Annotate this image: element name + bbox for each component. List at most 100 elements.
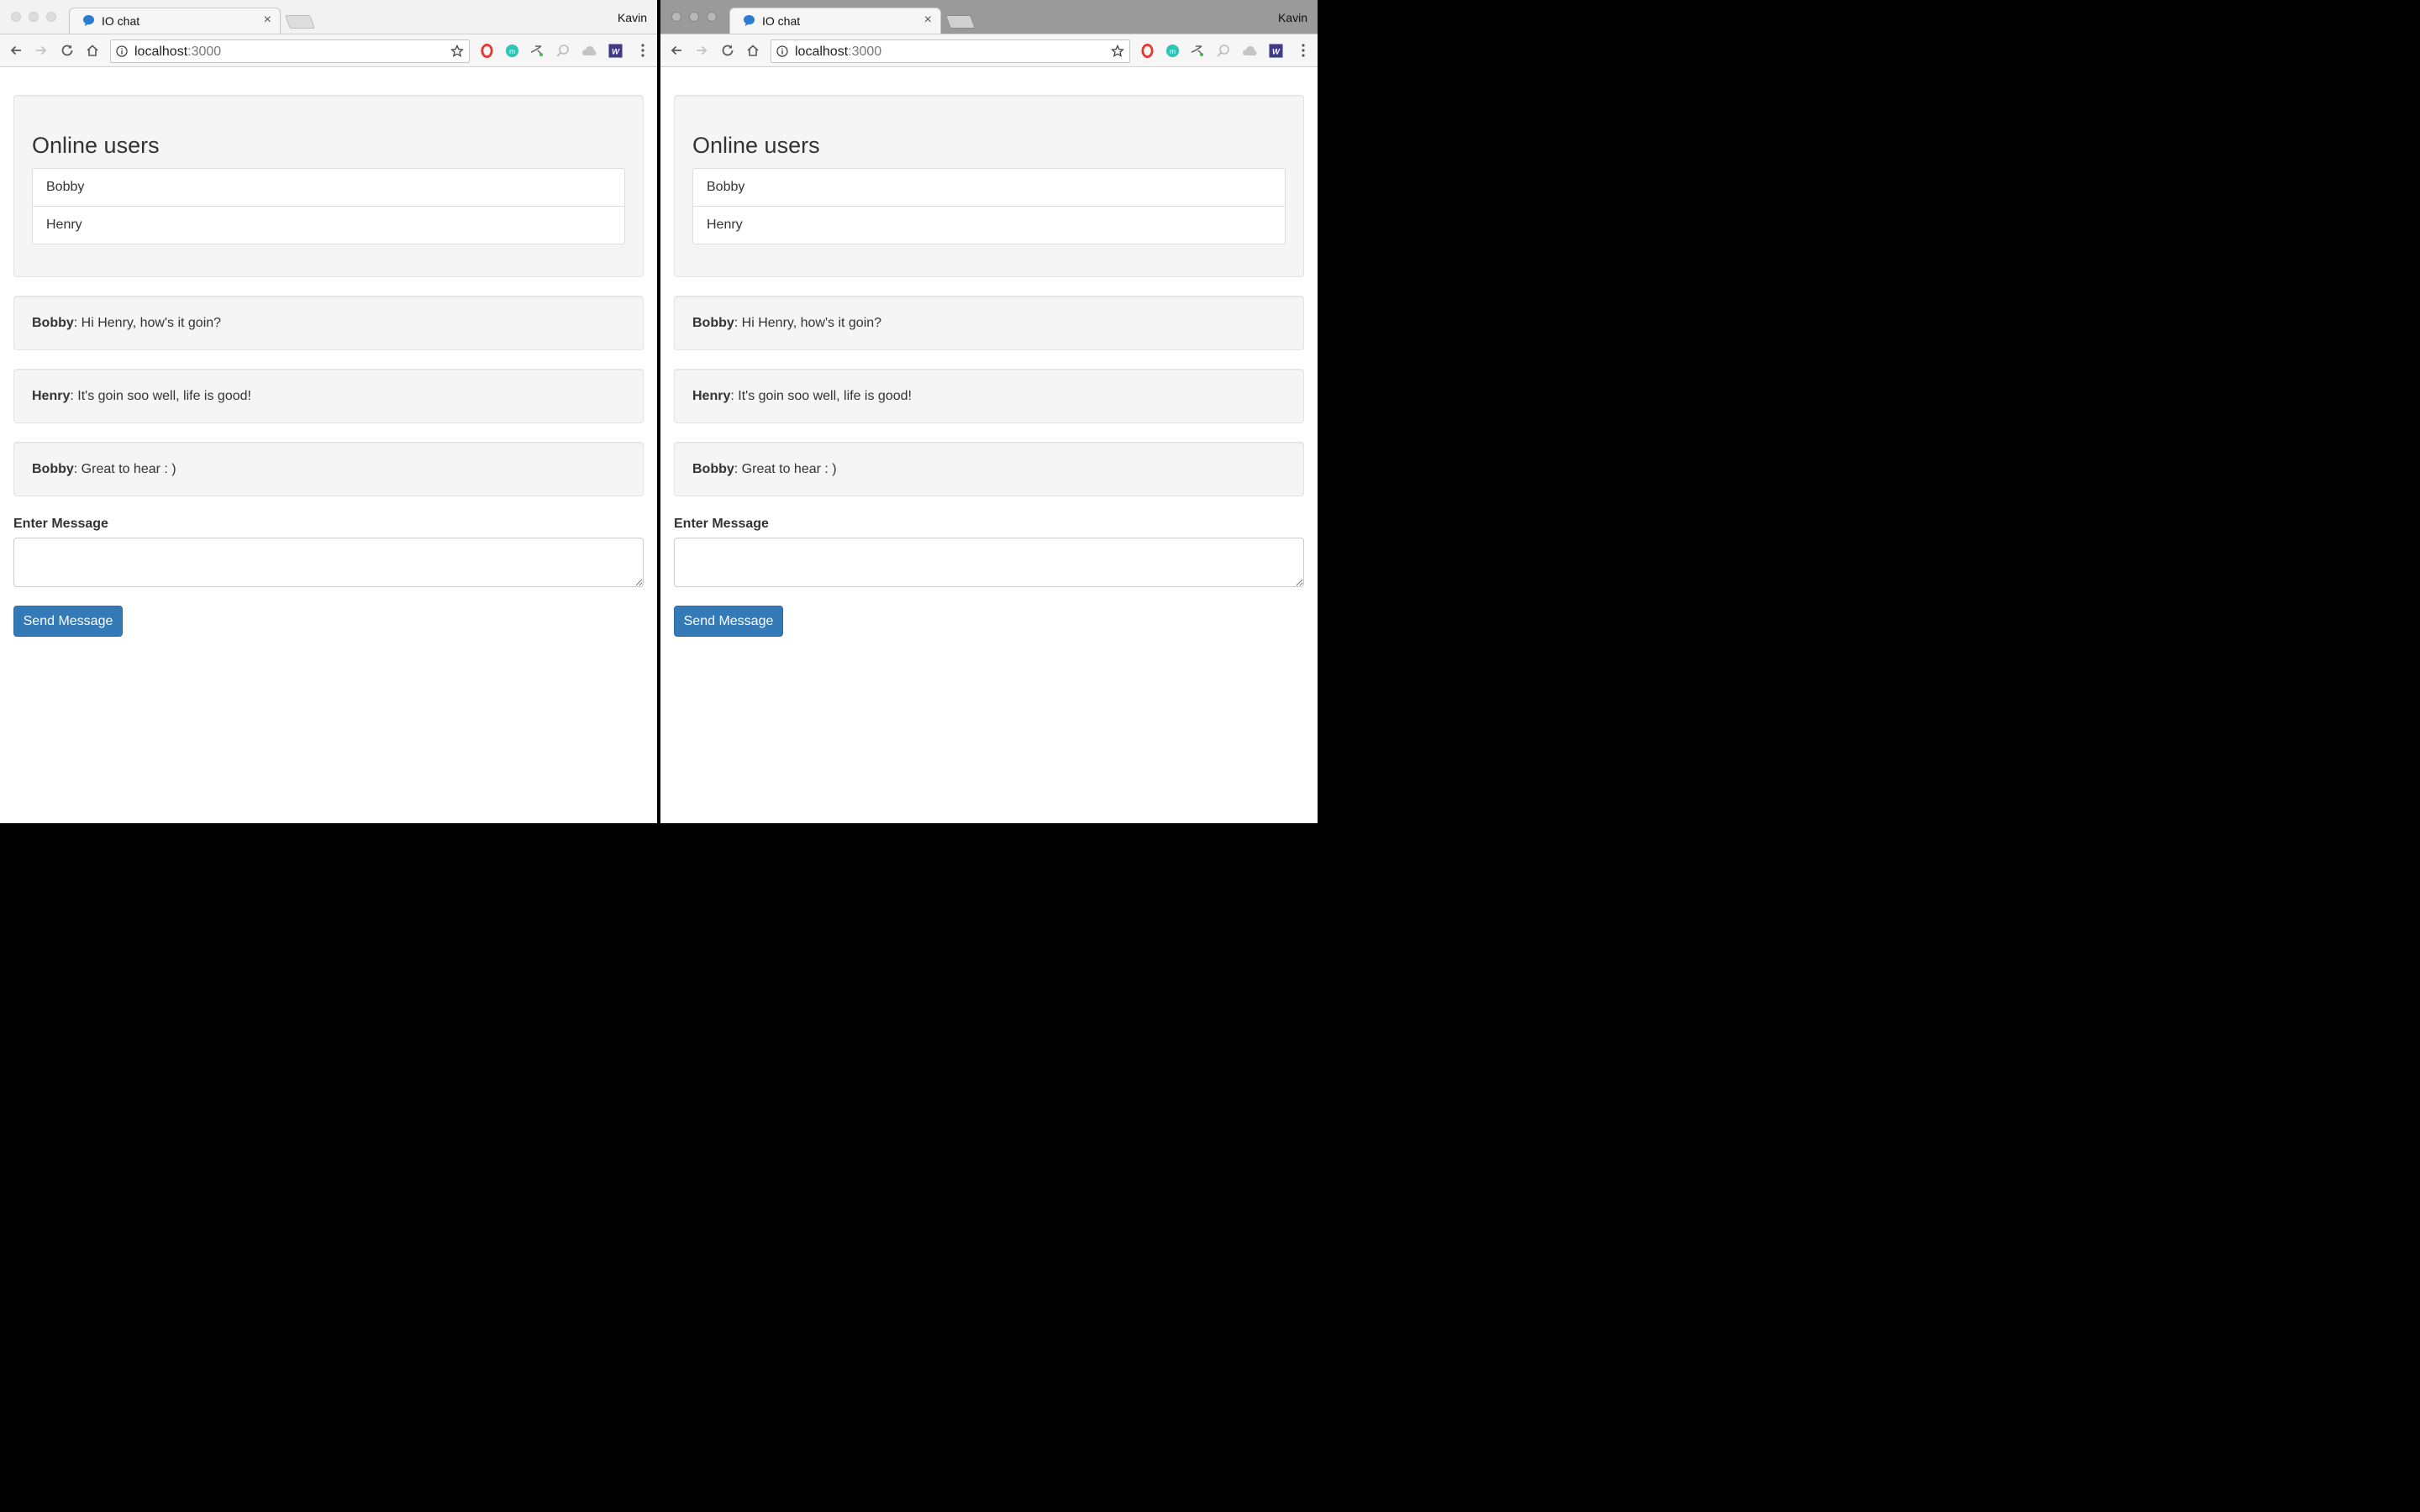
chat-page: Online users Bobby Henry Bobby: Hi Henry…: [674, 95, 1304, 637]
tab-io-chat[interactable]: IO chat ×: [69, 8, 281, 34]
address-bar[interactable]: localhost:3000: [771, 39, 1130, 63]
browser-toolbar: localhost:3000 m W: [660, 34, 1318, 67]
online-users-title: Online users: [692, 133, 820, 158]
w-extension-icon[interactable]: W: [1268, 43, 1283, 58]
online-users-panel: Online users Bobby Henry: [13, 95, 644, 277]
profile-name[interactable]: Kavin: [1278, 11, 1307, 24]
back-arrow-icon[interactable]: [8, 43, 24, 58]
tab-strip: IO chat × Kavin: [660, 0, 1318, 34]
lens-icon[interactable]: [555, 43, 571, 58]
enter-message-label: Enter Message: [674, 517, 769, 531]
tab-title: IO chat: [102, 14, 140, 28]
user-list-item: Henry: [693, 206, 1285, 244]
message-sender: Henry: [692, 389, 731, 403]
forward-arrow-icon[interactable]: [694, 43, 709, 58]
bookmark-star-icon[interactable]: [450, 45, 464, 58]
message-sender: Bobby: [692, 316, 734, 330]
chat-page: Online users Bobby Henry Bobby: Hi Henry…: [13, 95, 644, 637]
w-extension-icon[interactable]: W: [608, 43, 623, 58]
message-sender: Bobby: [32, 316, 74, 330]
tab-close-icon[interactable]: ×: [924, 13, 932, 28]
chat-message: Bobby: Hi Henry, how's it goin?: [13, 296, 644, 350]
minimize-window-button[interactable]: [29, 12, 39, 22]
reload-icon[interactable]: [720, 43, 735, 58]
opera-icon[interactable]: [1139, 43, 1155, 58]
message-text: : Great to hear : ): [734, 462, 837, 476]
online-users-panel: Online users Bobby Henry: [674, 95, 1304, 277]
message-text: : It's goin soo well, life is good!: [70, 389, 251, 403]
minimize-window-button[interactable]: [689, 12, 699, 22]
tab-title: IO chat: [762, 14, 801, 28]
browser-window-right: IO chat × Kavin localhost:3000 m W Onlin…: [660, 0, 1318, 823]
reload-icon[interactable]: [60, 43, 75, 58]
chat-bubble-icon: [743, 14, 755, 27]
window-controls: [11, 12, 56, 22]
svg-text:m: m: [1169, 46, 1175, 55]
info-icon[interactable]: [776, 45, 788, 57]
home-icon[interactable]: [85, 43, 100, 58]
user-list-item: Bobby: [46, 180, 85, 194]
menu-kebab-icon[interactable]: [1301, 43, 1306, 58]
close-window-button[interactable]: [671, 12, 681, 22]
user-list-item: Bobby: [707, 180, 745, 194]
menu-kebab-icon[interactable]: [640, 43, 645, 58]
enter-message-label: Enter Message: [13, 517, 108, 531]
url-host: localhost: [134, 45, 188, 59]
back-arrow-icon[interactable]: [669, 43, 684, 58]
url-text: localhost:3000: [795, 45, 881, 60]
zoom-window-button[interactable]: [46, 12, 56, 22]
url-port: :3000: [848, 45, 882, 59]
drive-icon[interactable]: [581, 43, 597, 58]
svg-text:W: W: [1272, 47, 1281, 56]
message-text: : Great to hear : ): [73, 462, 176, 476]
info-icon[interactable]: [116, 45, 128, 57]
message-text: : It's goin soo well, life is good!: [730, 389, 912, 403]
opera-icon[interactable]: [479, 43, 494, 58]
window-controls: [671, 12, 717, 22]
user-list-item: Henry: [33, 206, 624, 244]
svg-text:W: W: [612, 47, 620, 56]
tab-io-chat[interactable]: IO chat ×: [729, 8, 941, 34]
chat-message: Bobby: Great to hear : ): [13, 442, 644, 496]
send-message-button[interactable]: Send Message: [13, 606, 123, 637]
chat-message: Henry: It's goin soo well, life is good!: [674, 369, 1304, 423]
chat-bubble-icon: [82, 14, 95, 27]
m-extension-icon[interactable]: m: [504, 43, 519, 58]
profile-name[interactable]: Kavin: [618, 11, 647, 24]
svg-text:m: m: [508, 46, 514, 55]
translate-icon[interactable]: [529, 43, 544, 58]
message-sender: Bobby: [32, 462, 74, 476]
message-text: : Hi Henry, how's it goin?: [73, 316, 222, 330]
url-text: localhost:3000: [134, 45, 221, 60]
url-host: localhost: [795, 45, 849, 59]
lens-icon[interactable]: [1216, 43, 1231, 58]
browser-toolbar: localhost:3000 m W: [0, 34, 657, 67]
browser-window-left: IO chat × Kavin localhost:3000 m W Onlin…: [0, 0, 657, 823]
new-tab-button[interactable]: [945, 15, 976, 29]
message-sender: Henry: [32, 389, 71, 403]
screen: IO chat × Kavin localhost:3000 m W Onlin…: [0, 0, 1318, 823]
send-message-button[interactable]: Send Message: [674, 606, 783, 637]
translate-icon[interactable]: [1190, 43, 1205, 58]
user-list: Bobby Henry: [32, 168, 625, 244]
forward-arrow-icon[interactable]: [34, 43, 49, 58]
message-input[interactable]: [13, 538, 644, 587]
user-list: Bobby Henry: [692, 168, 1286, 244]
chat-message: Bobby: Hi Henry, how's it goin?: [674, 296, 1304, 350]
url-port: :3000: [187, 45, 222, 59]
close-window-button[interactable]: [11, 12, 21, 22]
tab-strip: IO chat × Kavin: [0, 0, 657, 34]
home-icon[interactable]: [745, 43, 760, 58]
drive-icon[interactable]: [1242, 43, 1257, 58]
m-extension-icon[interactable]: m: [1165, 43, 1180, 58]
online-users-title: Online users: [32, 133, 160, 158]
bookmark-star-icon[interactable]: [1111, 45, 1124, 58]
tab-close-icon[interactable]: ×: [264, 13, 271, 28]
new-tab-button[interactable]: [285, 15, 315, 29]
message-sender: Bobby: [692, 462, 734, 476]
chat-message: Bobby: Great to hear : ): [674, 442, 1304, 496]
message-input[interactable]: [674, 538, 1304, 587]
zoom-window-button[interactable]: [707, 12, 717, 22]
address-bar[interactable]: localhost:3000: [110, 39, 470, 63]
chat-message: Henry: It's goin soo well, life is good!: [13, 369, 644, 423]
